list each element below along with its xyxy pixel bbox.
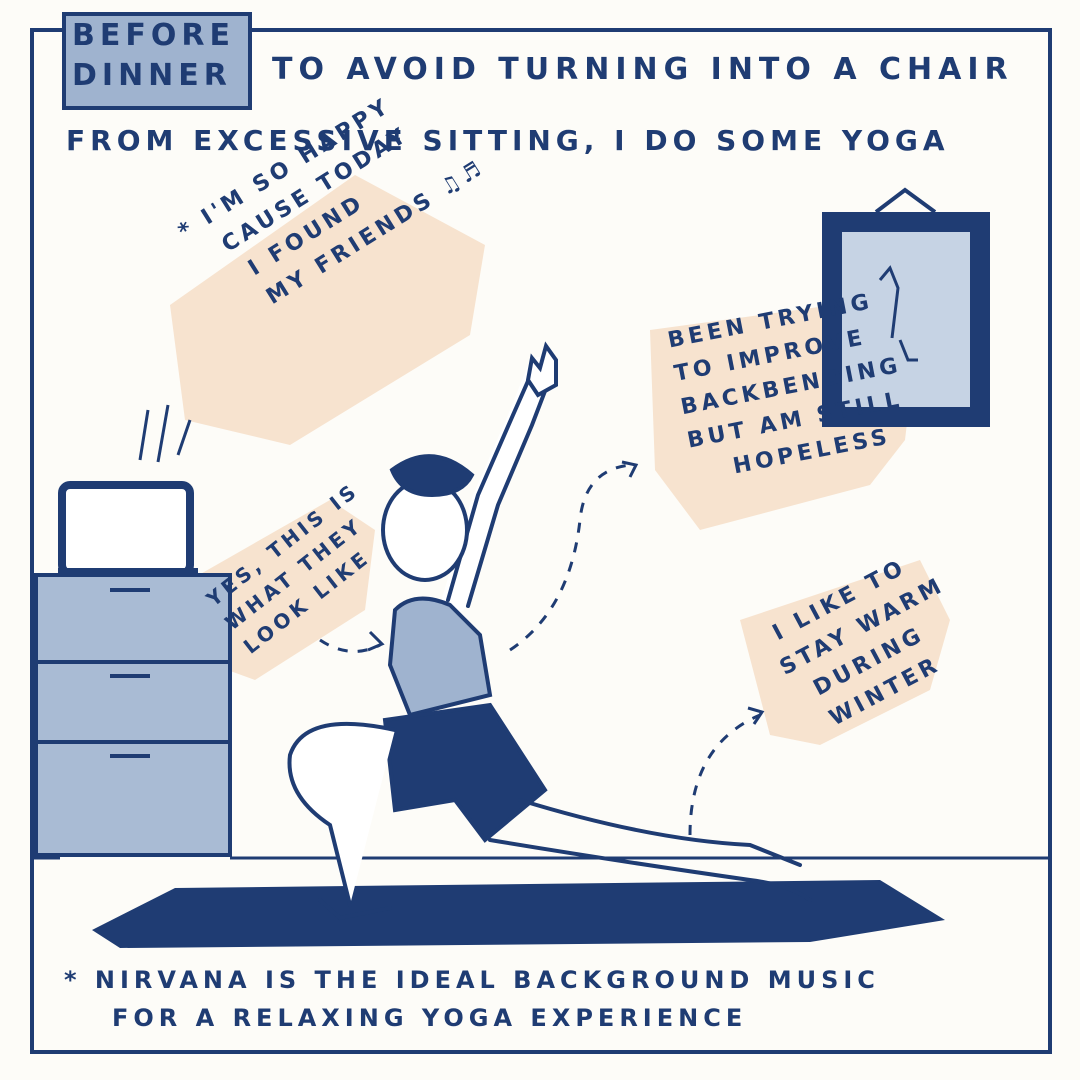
footnote-line1: * NIRVANA IS THE IDEAL BACKGROUND MUSIC [64, 966, 880, 994]
heading-line2: FROM EXCESSIVE SITTING, I DO SOME YOGA [66, 124, 950, 157]
heading-tag: BEFORE DINNER [62, 12, 252, 110]
sound-lines [138, 404, 192, 463]
heading-tag-line2: DINNER [72, 58, 232, 93]
footnote-line2: FOR A RELAXING YOGA EXPERIENCE [112, 1004, 748, 1032]
comic-panel: BEFORE DINNER TO AVOID TURNING INTO A CH… [0, 0, 1080, 1080]
heading-tag-line1: BEFORE [72, 18, 235, 53]
yoga-mat [92, 880, 945, 948]
laptop-icon [58, 481, 198, 578]
drawer-cabinet [34, 573, 232, 857]
heading-line1: TO AVOID TURNING INTO A CHAIR [272, 52, 1014, 87]
